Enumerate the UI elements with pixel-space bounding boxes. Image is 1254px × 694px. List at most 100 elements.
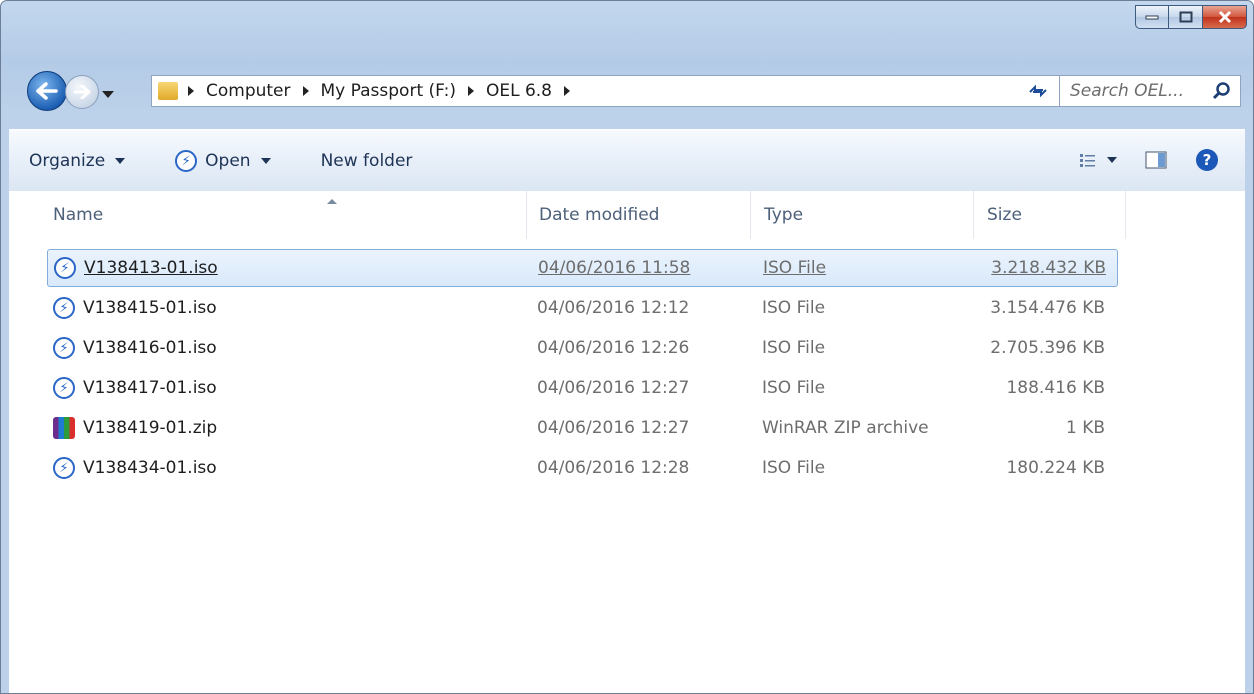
column-type[interactable]: Type: [751, 191, 974, 239]
change-view-button[interactable]: [1065, 140, 1131, 180]
file-row[interactable]: ⚡ V138417-01.iso 04/06/2016 12:27 ISO File 1…: [47, 369, 1118, 407]
size-cell-text: 3.218.432 KB: [991, 258, 1106, 278]
breadcrumb-oel[interactable]: OEL 6.8: [486, 81, 552, 101]
new-folder-button[interactable]: New folder: [307, 141, 427, 181]
breadcrumb-computer[interactable]: Computer: [206, 81, 291, 101]
address-bar[interactable]: Computer My Passport (F:) OEL 6.8: [151, 75, 1169, 107]
explorer-window: Computer My Passport (F:) OEL 6.8 Search…: [0, 0, 1254, 694]
search-icon[interactable]: [1212, 81, 1232, 101]
type-cell: ISO File: [762, 289, 825, 327]
file-row[interactable]: ⚡ V138416-01.iso 04/06/2016 12:26 ISO File 2…: [47, 329, 1118, 367]
search-placeholder: Search OEL...: [1070, 81, 1184, 101]
column-size[interactable]: Size: [974, 191, 1126, 239]
type-cell: ISO File: [762, 449, 825, 487]
folder-icon: [158, 82, 178, 100]
iso-file-icon: ⚡: [53, 457, 75, 479]
size-cell: 1 KB: [947, 409, 1105, 447]
file-list-pane: Name Date modified Type Size ⚡ V138413-01…: [9, 191, 1245, 693]
file-name: V138416-01.iso: [83, 338, 217, 358]
column-name[interactable]: Name: [53, 191, 527, 239]
type-cell-text: ISO File: [763, 258, 827, 278]
date-modified-cell: 04/06/2016 11:58: [538, 250, 690, 286]
help-icon: ?: [1196, 149, 1218, 171]
file-row[interactable]: ⚡ V138434-01.iso 04/06/2016 12:28 ISO File 1…: [47, 449, 1118, 487]
date-modified-cell-text: 04/06/2016 12:28: [537, 458, 690, 478]
breadcrumb-my-passport[interactable]: My Passport (F:): [321, 81, 456, 101]
type-cell-text: WinRAR ZIP archive: [762, 418, 929, 438]
type-cell-text: ISO File: [762, 338, 826, 358]
winrar-archive-icon: [53, 417, 75, 439]
chevron-down-icon: [260, 158, 271, 164]
file-row[interactable]: V138419-01.zip 04/06/2016 12:27 WinRAR ZIP…: [47, 409, 1118, 447]
type-cell: WinRAR ZIP archive: [762, 409, 929, 447]
file-name-cell: ⚡ V138415-01.iso: [53, 289, 217, 327]
recent-pages-dropdown[interactable]: [101, 85, 115, 104]
sort-ascending-icon: [327, 199, 337, 204]
refresh-icon: [1029, 84, 1047, 98]
command-bar: Organize ⚡ Open New folder ?: [9, 129, 1245, 193]
close-button[interactable]: [1203, 5, 1247, 29]
minimize-button[interactable]: [1135, 5, 1169, 29]
iso-file-icon: ⚡: [53, 297, 75, 319]
view-list-icon: [1080, 154, 1095, 167]
svg-text:?: ?: [1203, 151, 1212, 169]
maximize-button[interactable]: [1169, 5, 1203, 29]
type-cell-text: ISO File: [762, 458, 826, 478]
breadcrumb-separator-icon[interactable]: [302, 86, 309, 96]
date-modified-cell: 04/06/2016 12:12: [537, 289, 689, 327]
file-name: V138415-01.iso: [83, 298, 217, 318]
size-cell-text: 1 KB: [1065, 418, 1105, 438]
type-cell-text: ISO File: [762, 378, 826, 398]
size-cell-text: 188.416 KB: [1006, 378, 1105, 398]
file-name-cell: ⚡ V138416-01.iso: [53, 329, 217, 367]
search-box[interactable]: Search OEL...: [1059, 75, 1241, 107]
date-modified-cell: 04/06/2016 12:28: [537, 449, 689, 487]
size-cell: 3.218.432 KB: [948, 250, 1106, 286]
navigation-bar: Computer My Passport (F:) OEL 6.8 Search…: [21, 67, 1241, 113]
view-controls: ?: [1065, 140, 1233, 180]
size-cell: 180.224 KB: [947, 449, 1105, 487]
date-modified-cell-text: 04/06/2016 12:26: [537, 338, 690, 358]
close-icon: [1218, 10, 1231, 24]
help-button[interactable]: ?: [1181, 140, 1233, 180]
back-arrow-icon: [36, 82, 58, 100]
date-modified-cell: 04/06/2016 12:27: [537, 369, 689, 407]
open-button[interactable]: ⚡ Open: [161, 141, 284, 181]
file-name-cell: ⚡ V138434-01.iso: [53, 449, 217, 487]
forward-button[interactable]: [65, 75, 99, 109]
file-name: V138434-01.iso: [83, 458, 217, 478]
type-cell: ISO File: [762, 369, 825, 407]
lightning-icon: ⚡: [175, 150, 198, 172]
minimize-icon: [1145, 15, 1159, 20]
preview-pane-button[interactable]: [1131, 140, 1181, 180]
date-modified-cell-text: 04/06/2016 12:27: [537, 378, 690, 398]
file-name: V138419-01.zip: [83, 418, 218, 438]
column-date-modified[interactable]: Date modified: [527, 191, 751, 239]
maximize-icon: [1179, 11, 1192, 23]
chevron-down-icon: [115, 158, 126, 164]
date-modified-cell: 04/06/2016 12:26: [537, 329, 689, 367]
back-button[interactable]: [27, 71, 67, 111]
size-cell-text: 2.705.396 KB: [990, 338, 1105, 358]
breadcrumb-separator-icon: [188, 86, 194, 96]
breadcrumb-separator-icon[interactable]: [467, 86, 474, 96]
type-cell: ISO File: [762, 329, 825, 367]
size-cell-text: 180.224 KB: [1006, 458, 1105, 478]
preview-pane-icon: [1145, 151, 1167, 169]
breadcrumb-separator-icon[interactable]: [564, 86, 571, 96]
file-row[interactable]: ⚡ V138415-01.iso 04/06/2016 12:12 ISO File 3…: [47, 289, 1118, 327]
refresh-button[interactable]: [1021, 75, 1055, 107]
date-modified-cell-text: 04/06/2016 12:12: [537, 298, 690, 318]
column-header: Name Date modified Type Size: [9, 191, 1245, 239]
size-cell: 2.705.396 KB: [947, 329, 1105, 367]
date-modified-cell-text: 04/06/2016 11:58: [538, 258, 691, 278]
chevron-down-icon: [102, 91, 114, 98]
date-modified-cell: 04/06/2016 12:27: [537, 409, 689, 447]
date-modified-cell-text: 04/06/2016 12:27: [537, 418, 690, 438]
size-cell-text: 3.154.476 KB: [990, 298, 1105, 318]
size-cell: 3.154.476 KB: [947, 289, 1105, 327]
file-name: V138417-01.iso: [83, 378, 217, 398]
file-row[interactable]: ⚡ V138413-01.iso 04/06/2016 11:58 ISO File 3…: [47, 249, 1118, 287]
caption-buttons: [1135, 5, 1247, 31]
organize-menu[interactable]: Organize: [15, 141, 139, 181]
